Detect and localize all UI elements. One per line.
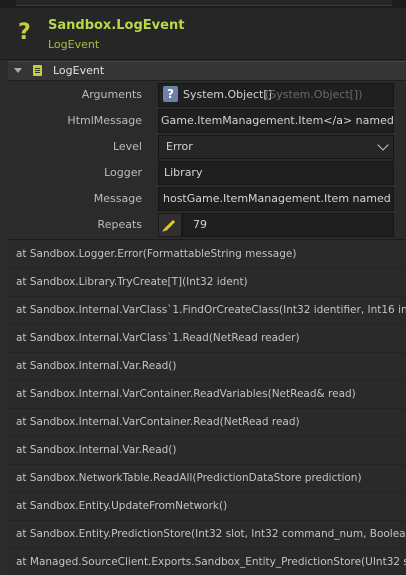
unknown-type-icon: ?	[163, 86, 178, 102]
section-label: LogEvent	[53, 64, 105, 77]
stack-trace-row[interactable]: at Managed.SourceClient.Exports.Sandbox_…	[8, 548, 406, 575]
stack-frame-text: at Managed.SourceClient.Exports.Sandbox_…	[16, 556, 406, 568]
repeats-field[interactable]: 79	[182, 213, 394, 237]
stack-frame-text: at Sandbox.Internal.Var.Read()	[16, 360, 177, 372]
stack-frame-text: at Sandbox.Entity.UpdateFromNetwork()	[16, 500, 228, 512]
stack-trace-list[interactable]: at Sandbox.Logger.Error(FormattableStrin…	[8, 239, 406, 575]
stack-frame-text: at Sandbox.NetworkTable.ReadAll(Predicti…	[16, 472, 362, 484]
property-label: Level	[112, 140, 142, 153]
stack-trace-row[interactable]: at Sandbox.Entity.PredictionStore(Int32 …	[8, 520, 406, 549]
pencil-icon	[163, 219, 176, 232]
property-label: Message	[93, 192, 142, 205]
stack-trace-row[interactable]: at Sandbox.Internal.VarClass`1.FindOrCre…	[8, 296, 406, 325]
stack-frame-text: at Sandbox.Logger.Error(FormattableStrin…	[16, 248, 297, 260]
arguments-value: System.Object[]	[183, 88, 272, 101]
htmlmessage-field[interactable]: Game.ItemManagement.Item</a> named Item	[158, 109, 394, 133]
arguments-field[interactable]: ? System.Object[] (System.Object[])	[158, 83, 394, 107]
property-row-level: Level Error	[8, 133, 406, 159]
stack-frame-text: at Sandbox.Library.TryCreate[T](Int32 id…	[16, 276, 248, 288]
stack-frame-text: at Sandbox.Internal.VarContainer.ReadVar…	[16, 388, 356, 400]
level-dropdown[interactable]: Error	[158, 135, 394, 159]
arguments-type-hint: (System.Object[])	[265, 88, 363, 101]
document-icon	[33, 65, 42, 76]
logger-value: Library	[164, 166, 203, 179]
stack-frame-text: at Sandbox.Internal.Var.Read()	[16, 444, 177, 456]
stack-trace-row[interactable]: at Sandbox.Internal.VarContainer.ReadVar…	[8, 380, 406, 409]
property-row-htmlmessage: HtmlMessage Game.ItemManagement.Item</a>…	[8, 107, 406, 133]
stack-trace-row[interactable]: at Sandbox.Library.TryCreate[T](Int32 id…	[8, 268, 406, 297]
level-value: Error	[166, 140, 193, 153]
message-field[interactable]: hostGame.ItemManagement.Item named Item	[158, 187, 394, 211]
inspector-header: ? Sandbox.LogEvent LogEvent	[0, 8, 406, 60]
chevron-down-icon	[377, 139, 389, 151]
stack-trace-row[interactable]: at Sandbox.Entity.UpdateFromNetwork()	[8, 492, 406, 521]
top-bar-panel	[16, 0, 392, 6]
property-row-arguments: Arguments ? System.Object[] (System.Obje…	[8, 81, 406, 107]
stack-trace-row[interactable]: at Sandbox.NetworkTable.ReadAll(Predicti…	[8, 464, 406, 493]
property-label: Arguments	[81, 88, 142, 101]
stack-frame-text: at Sandbox.Internal.VarContainer.Read(Ne…	[16, 416, 300, 428]
property-label: HtmlMessage	[67, 114, 142, 127]
htmlmessage-value: Game.ItemManagement.Item</a> named Item	[161, 114, 394, 127]
stack-trace-row[interactable]: at Sandbox.Internal.VarClass`1.Read(NetR…	[8, 324, 406, 353]
edit-button[interactable]	[158, 213, 182, 237]
logevent-section-header[interactable]: LogEvent	[8, 61, 406, 81]
top-bar	[0, 0, 406, 8]
property-label: Repeats	[97, 218, 142, 231]
stack-trace-row[interactable]: at Sandbox.Internal.Var.Read()	[8, 436, 406, 465]
stack-frame-text: at Sandbox.Internal.VarClass`1.Read(NetR…	[16, 332, 300, 344]
property-row-message: Message hostGame.ItemManagement.Item nam…	[8, 185, 406, 211]
collapse-arrow-icon[interactable]	[14, 68, 22, 73]
message-value: hostGame.ItemManagement.Item named Item	[163, 192, 394, 205]
property-row-logger: Logger Library	[8, 159, 406, 185]
question-mark-icon: ?	[18, 20, 31, 45]
stack-frame-text: at Sandbox.Internal.VarClass`1.FindOrCre…	[16, 304, 406, 316]
property-row-repeats: Repeats 79	[8, 211, 406, 237]
stack-trace-row[interactable]: at Sandbox.Logger.Error(FormattableStrin…	[8, 240, 406, 269]
stack-frame-text: at Sandbox.Entity.PredictionStore(Int32 …	[16, 528, 406, 540]
inspector-title: Sandbox.LogEvent	[48, 18, 185, 33]
property-label: Logger	[104, 166, 142, 179]
repeats-value: 79	[193, 218, 207, 231]
inspector-subtitle: LogEvent	[48, 38, 100, 51]
stack-trace-row[interactable]: at Sandbox.Internal.Var.Read()	[8, 352, 406, 381]
stack-trace-row[interactable]: at Sandbox.Internal.VarContainer.Read(Ne…	[8, 408, 406, 437]
logger-field[interactable]: Library	[158, 161, 394, 185]
